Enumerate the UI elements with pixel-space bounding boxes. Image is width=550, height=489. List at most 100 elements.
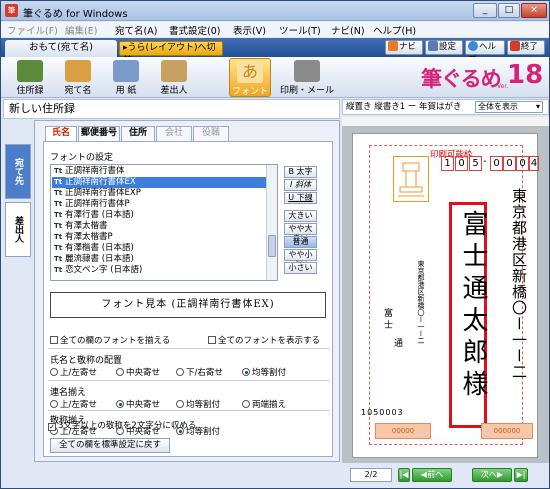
radio-dot <box>176 400 184 408</box>
size-slightly-small-button[interactable]: やや小さい <box>284 249 317 269</box>
font-list-item-label: 有澤楷書 (日本語) <box>65 243 134 253</box>
font-list-item[interactable]: Tt 正調祥南行書体P <box>52 199 266 210</box>
tab-name[interactable]: 氏名 <box>45 126 77 142</box>
font-list-scrollbar[interactable] <box>266 165 277 280</box>
side-tab-sender[interactable]: 差出人 <box>5 202 31 257</box>
truetype-icon: Tt <box>54 167 63 175</box>
switch-to-back-button[interactable]: ▸うら(レイアウト)へ切替 <box>119 41 223 66</box>
joint-center-radio[interactable]: 中央寄せ <box>116 398 160 410</box>
last-page-button[interactable]: ▶| <box>514 468 528 482</box>
font-settings-label: フォントの設定 <box>50 153 114 163</box>
radio-dot <box>176 368 184 376</box>
menu-address[interactable]: 宛て名(A) <box>115 23 157 37</box>
joint-both-ends-radio[interactable]: 両端揃え <box>242 398 286 410</box>
font-icon: あ <box>237 61 263 83</box>
bold-button[interactable]: B 太字 <box>284 166 317 178</box>
size-slightly-large-button[interactable]: やや大きい <box>284 223 317 243</box>
tool-address-book-label: 住所録 <box>16 86 44 96</box>
tool-paper[interactable]: 用 紙 <box>105 58 147 97</box>
help-button[interactable]: ヘルプ <box>465 40 505 65</box>
font-list-item[interactable]: Tt 恋文ペン字 (日本語) <box>52 265 266 276</box>
show-all-fonts-checkbox[interactable]: 全てのフォントを表示する <box>208 334 320 346</box>
menu-edit[interactable]: 編集(E) <box>65 23 97 37</box>
font-settings-panel: 氏名 郵便番号 住所 会社 役職 フォントの設定 Tt 正調祥南行書体 Tt 正調祥… <box>34 120 340 462</box>
navi-button[interactable]: ナビ <box>385 40 423 55</box>
unify-fonts-checkbox[interactable]: 全ての欄のフォントを揃える <box>50 334 170 346</box>
first-page-button[interactable]: |◀ <box>398 468 410 482</box>
font-list-item[interactable]: Tt 正調祥南行書体EXP <box>52 188 266 199</box>
truetype-icon: Tt <box>54 211 63 219</box>
size-normal-button[interactable]: 普通 <box>284 236 317 248</box>
menu-help[interactable]: ヘルプ(H) <box>373 23 416 37</box>
tab-postal-code[interactable]: 郵便番号 <box>78 126 120 141</box>
size-small-button[interactable]: 小さい <box>284 262 317 274</box>
menu-format[interactable]: 書式設定(0) <box>169 23 220 37</box>
close-button[interactable]: × <box>521 3 547 18</box>
mode-bar: おもて(宛て名) ▸うら(レイアウト)へ切替 ナビ 設定 ヘルプ 終了 <box>1 38 549 66</box>
layout-center-radio[interactable]: 中央寄せ <box>116 366 160 378</box>
tab-company[interactable]: 会社 <box>156 126 192 141</box>
front-side-tab[interactable]: おもて(宛て名) <box>5 40 117 57</box>
tool-font[interactable]: あフォント <box>229 58 271 97</box>
font-list-item-label: 有澤太楷書P <box>65 232 113 242</box>
tool-addressee[interactable]: 宛て名 <box>57 58 99 97</box>
printer-icon <box>294 60 320 82</box>
app-window: 筆 筆ぐるめ for Windows _ □ × ファイル(F) 編集(E) 宛… <box>0 0 550 489</box>
font-list-item[interactable]: Tt 有澤太楷書P <box>52 232 266 243</box>
prev-page-button[interactable]: ◀前へ <box>412 468 452 482</box>
tool-print-mail[interactable]: 印刷・メール <box>277 58 337 97</box>
sender-zip: 1050003 <box>361 408 404 417</box>
window-title: 筆ぐるめ for Windows <box>23 9 128 20</box>
postcard-canvas: 印刷可能枠 1 0 5 - 0 0 0 4 東京都港区新橋〇ー一ー二 富士通太郎… <box>342 127 549 463</box>
checkbox-box: ✓ <box>48 423 56 431</box>
scrollbar-thumb[interactable] <box>268 235 276 257</box>
tool-font-label: フォント <box>231 87 268 97</box>
next-page-button[interactable]: 次へ▶ <box>472 468 512 482</box>
zip-digit: 0 <box>490 156 503 171</box>
menu-file[interactable]: ファイル(F) <box>7 23 58 37</box>
tab-address[interactable]: 住所 <box>121 126 155 141</box>
layout-bottom-right-radio[interactable]: 下/右寄せ <box>176 366 223 378</box>
tab-title[interactable]: 役職 <box>193 126 229 141</box>
layout-top-left-radio[interactable]: 上/左寄せ <box>50 366 97 378</box>
italic-button[interactable]: I 斜体 <box>284 179 317 191</box>
radio-label: 上/左寄せ <box>60 368 97 378</box>
joint-top-left-radio[interactable]: 上/左寄せ <box>50 398 97 410</box>
font-list-item[interactable]: Tt 有澤太楷書 <box>52 221 266 232</box>
menu-tools[interactable]: ツール(T) <box>279 23 321 37</box>
settings-button[interactable]: 設定 <box>425 40 463 55</box>
menu-view[interactable]: 表示(V) <box>233 23 266 37</box>
tool-sender-label: 差出人 <box>160 86 188 96</box>
font-list-item[interactable]: Tt 正調祥南行書体EX <box>52 177 266 188</box>
size-large-button[interactable]: 大きい <box>284 210 317 222</box>
font-list-item[interactable]: Tt 有澤行書 (日本語) <box>52 210 266 221</box>
lottery-number-1: 00000 <box>375 423 431 439</box>
zip-digit: 0 <box>503 156 516 171</box>
menu-navi[interactable]: ナビ(N) <box>331 23 365 37</box>
layout-justify-radio[interactable]: 均等割付 <box>242 366 286 378</box>
honorific-limit-checkbox[interactable]: ✓ 3文字以上の敬称を2文字分に収める <box>48 419 196 431</box>
postcard[interactable]: 印刷可能枠 1 0 5 - 0 0 0 4 東京都港区新橋〇ー一ー二 富士通太郎… <box>352 133 539 458</box>
reset-all-fields-button[interactable]: 全ての欄を標準設定に戻す <box>50 438 170 453</box>
lottery-number-2: 000000 <box>481 423 533 439</box>
radio-label: 上/左寄せ <box>60 400 97 410</box>
font-list-item[interactable]: Tt 麗流隷書 (日本語) <box>52 254 266 265</box>
underline-button[interactable]: U 下線 <box>284 192 317 204</box>
font-list-item[interactable]: Tt 正調祥南行書体 <box>52 166 266 177</box>
font-list[interactable]: Tt 正調祥南行書体 Tt 正調祥南行書体EX Tt 正調祥南行書体EXP Tt 正調祥… <box>50 164 278 281</box>
font-list-item[interactable]: Tt 有澤楷書 (日本語) <box>52 243 266 254</box>
honorific-limit-label: 3文字以上の敬称を2文字分に収める <box>58 421 197 431</box>
left-status-bar <box>1 463 341 488</box>
view-select[interactable]: 全体を表示 ▾ <box>475 101 543 113</box>
maximize-button[interactable]: □ <box>498 3 520 18</box>
joint-label: 連名揃え <box>50 388 87 398</box>
joint-justify-radio[interactable]: 均等割付 <box>176 398 220 410</box>
recipient-address: 東京都港区新橋〇ー一ー二 <box>510 188 528 380</box>
side-tab-addressee[interactable]: 宛て先 <box>5 144 31 199</box>
font-list-item-label: 正調祥南行書体 <box>65 166 125 176</box>
tool-address-book[interactable]: 住所録 <box>9 58 51 97</box>
radio-dot <box>50 400 58 408</box>
exit-button[interactable]: 終了 <box>507 40 545 55</box>
minimize-button[interactable]: _ <box>473 3 497 18</box>
tool-sender[interactable]: 差出人 <box>153 58 195 97</box>
